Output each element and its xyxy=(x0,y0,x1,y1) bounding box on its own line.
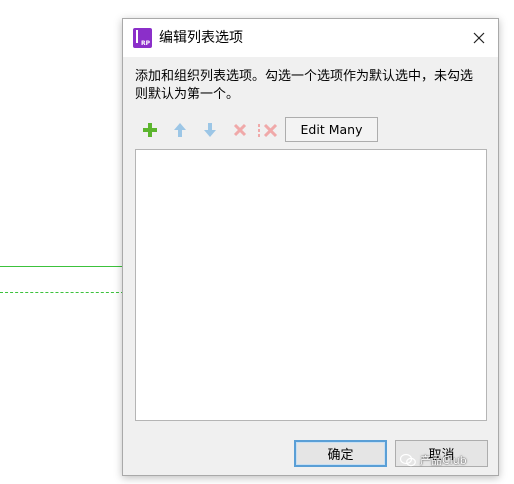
move-up-button[interactable] xyxy=(167,117,193,143)
axure-rp-icon: RP xyxy=(133,28,152,48)
app-icon-label: RP xyxy=(140,40,150,47)
watermark-text: 产品Club xyxy=(420,454,467,467)
delete-all-icon xyxy=(258,123,278,138)
move-down-button[interactable] xyxy=(197,117,223,143)
watermark: 产品Club xyxy=(400,450,467,470)
delete-option-button[interactable] xyxy=(227,117,253,143)
add-option-button[interactable] xyxy=(137,117,163,143)
dialog-titlebar: RP 编辑列表选项 xyxy=(123,19,498,57)
canvas: RP 编辑列表选项 添加和组织列表选项。勾选一个选项作为默认选中，未勾选则默认为… xyxy=(0,0,514,484)
dialog-description: 添加和组织列表选项。勾选一个选项作为默认选中，未勾选则默认为第一个。 xyxy=(135,69,474,102)
arrow-down-icon xyxy=(204,123,216,137)
close-button[interactable] xyxy=(468,27,490,49)
wechat-icon xyxy=(400,453,416,467)
delete-x-icon xyxy=(233,123,247,137)
guide-line-dashed xyxy=(0,292,124,293)
dialog-title: 编辑列表选项 xyxy=(159,30,243,46)
delete-all-button[interactable] xyxy=(255,117,281,143)
guide-line-solid xyxy=(0,266,124,267)
edit-list-options-dialog: RP 编辑列表选项 添加和组织列表选项。勾选一个选项作为默认选中，未勾选则默认为… xyxy=(122,18,499,476)
close-icon xyxy=(473,32,485,44)
ok-button[interactable]: 确定 xyxy=(294,440,387,467)
plus-icon xyxy=(143,123,157,137)
options-toolbar: Edit Many xyxy=(135,117,485,143)
edit-many-button[interactable]: Edit Many xyxy=(285,117,378,142)
options-list[interactable] xyxy=(135,149,487,421)
arrow-up-icon xyxy=(174,123,186,137)
